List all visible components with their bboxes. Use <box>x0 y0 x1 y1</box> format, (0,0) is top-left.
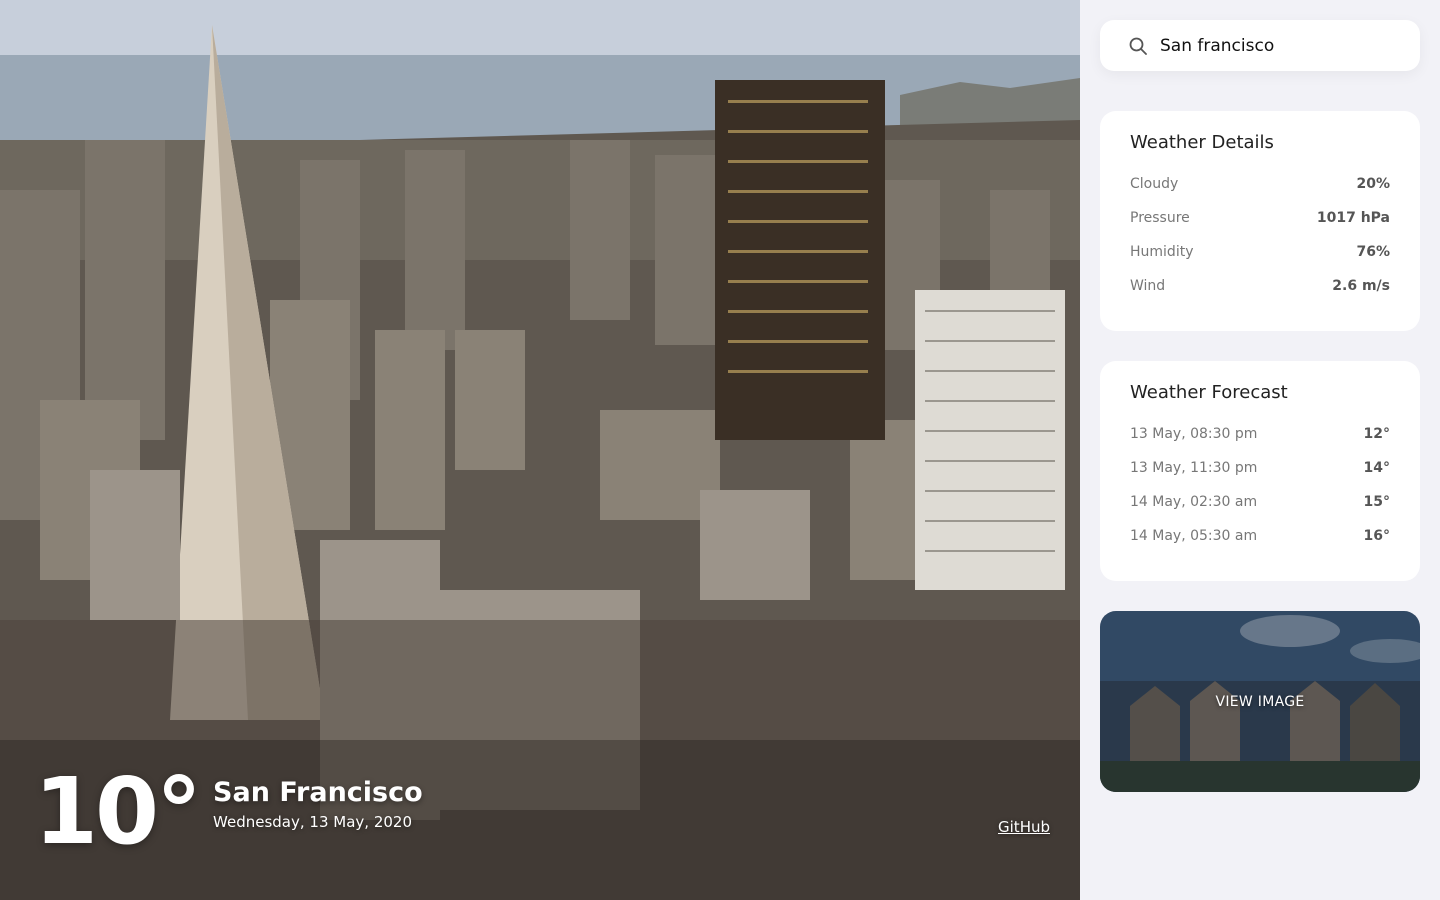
detail-row-pressure: Pressure 1017 hPa <box>1130 201 1390 235</box>
weather-forecast-title: Weather Forecast <box>1130 382 1288 403</box>
forecast-row: 14 May, 05:30 am 16° <box>1130 519 1390 553</box>
weather-forecast-card: Weather Forecast 13 May, 08:30 pm 12° 13… <box>1100 361 1420 581</box>
forecast-temp: 16° <box>1363 528 1390 544</box>
weather-details-title: Weather Details <box>1130 132 1274 153</box>
forecast-row: 13 May, 11:30 pm 14° <box>1130 451 1390 485</box>
forecast-time: 13 May, 08:30 pm <box>1130 426 1258 442</box>
view-image-label: VIEW IMAGE <box>1215 693 1305 710</box>
search-bar[interactable] <box>1100 20 1420 71</box>
detail-row-humidity: Humidity 76% <box>1130 235 1390 269</box>
detail-row-wind: Wind 2.6 m/s <box>1130 269 1390 303</box>
forecast-time: 14 May, 05:30 am <box>1130 528 1258 544</box>
detail-value: 2.6 m/s <box>1332 278 1390 294</box>
search-icon <box>1129 37 1147 55</box>
forecast-row: 13 May, 08:30 pm 12° <box>1130 417 1390 451</box>
forecast-time: 14 May, 02:30 am <box>1130 494 1258 510</box>
location-block: San Francisco Wednesday, 13 May, 2020 <box>213 770 423 834</box>
city-background-image: 10° San Francisco Wednesday, 13 May, 202… <box>0 0 1080 900</box>
detail-label: Cloudy <box>1130 176 1179 192</box>
forecast-row: 14 May, 02:30 am 15° <box>1130 485 1390 519</box>
search-input[interactable] <box>1160 35 1410 56</box>
detail-value: 20% <box>1356 176 1390 192</box>
detail-label: Humidity <box>1130 244 1194 260</box>
current-date: Wednesday, 13 May, 2020 <box>213 813 412 831</box>
detail-row-cloudy: Cloudy 20% <box>1130 167 1390 201</box>
forecast-time: 13 May, 11:30 pm <box>1130 460 1258 476</box>
detail-value: 76% <box>1356 244 1390 260</box>
sidebar: Weather Details Cloudy 20% Pressure 1017… <box>1080 0 1440 900</box>
city-name: San Francisco <box>213 777 423 808</box>
forecast-temp: 12° <box>1363 426 1390 442</box>
current-weather: 10° San Francisco Wednesday, 13 May, 202… <box>34 758 423 865</box>
forecast-temp: 15° <box>1363 494 1390 510</box>
weather-details-card: Weather Details Cloudy 20% Pressure 1017… <box>1100 111 1420 331</box>
github-link[interactable]: GitHub <box>998 818 1050 836</box>
current-temperature: 10° <box>34 758 202 865</box>
detail-label: Wind <box>1130 278 1166 294</box>
detail-label: Pressure <box>1130 210 1190 226</box>
view-image-card[interactable]: VIEW IMAGE <box>1100 611 1420 792</box>
detail-value: 1017 hPa <box>1316 210 1390 226</box>
forecast-temp: 14° <box>1363 460 1390 476</box>
